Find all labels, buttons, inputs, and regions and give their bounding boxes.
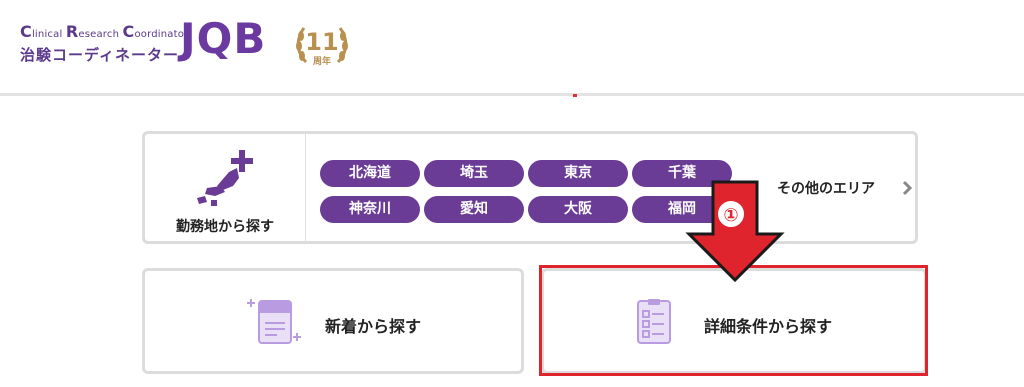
- prefecture-button-hokkaido[interactable]: 北海道: [320, 160, 420, 187]
- site-logo[interactable]: Clinical Research Coordinator 治験コーディネーター…: [20, 14, 350, 74]
- prefecture-button-aichi[interactable]: 愛知: [424, 196, 524, 223]
- checklist-icon: [637, 299, 671, 344]
- anniversary-laurel-icon: 11 周年: [296, 27, 348, 67]
- anniversary-suffix: 周年: [313, 55, 331, 67]
- arrow-down-icon: [685, 180, 785, 282]
- logo-japanese-text: 治験コーディネーター: [20, 46, 179, 64]
- anniversary-number: 11: [305, 28, 338, 56]
- japan-map-icon: [197, 150, 253, 206]
- prefecture-button-tokyo[interactable]: 東京: [528, 160, 628, 187]
- header-divider: [0, 93, 1024, 96]
- other-area-link[interactable]: その他のエリア: [777, 178, 875, 198]
- search-detail-card[interactable]: 詳細条件から探す: [541, 268, 927, 374]
- area-search-panel: 勤務地から探す 北海道 埼玉 東京 千葉 神奈川 愛知 大阪 福岡 その他のエリ…: [142, 131, 918, 244]
- area-search-heading: 勤務地から探す: [145, 134, 306, 241]
- area-search-label: 勤務地から探す: [176, 219, 274, 235]
- step-number-badge: ①: [716, 199, 746, 229]
- new-listing-icon: [247, 299, 301, 344]
- search-new-label: 新着から探す: [325, 317, 422, 336]
- header-divider-accent: [573, 94, 577, 97]
- prefecture-button-saitama[interactable]: 埼玉: [424, 160, 524, 187]
- chevron-right-icon[interactable]: [902, 180, 912, 196]
- prefecture-button-kanagawa[interactable]: 神奈川: [320, 196, 420, 223]
- search-new-card[interactable]: 新着から探す: [142, 268, 524, 374]
- prefecture-button-osaka[interactable]: 大阪: [528, 196, 628, 223]
- search-detail-label: 詳細条件から探す: [704, 317, 833, 336]
- logo-english-text: Clinical Research Coordinator: [20, 22, 189, 41]
- logo-brand: JQB: [180, 14, 267, 63]
